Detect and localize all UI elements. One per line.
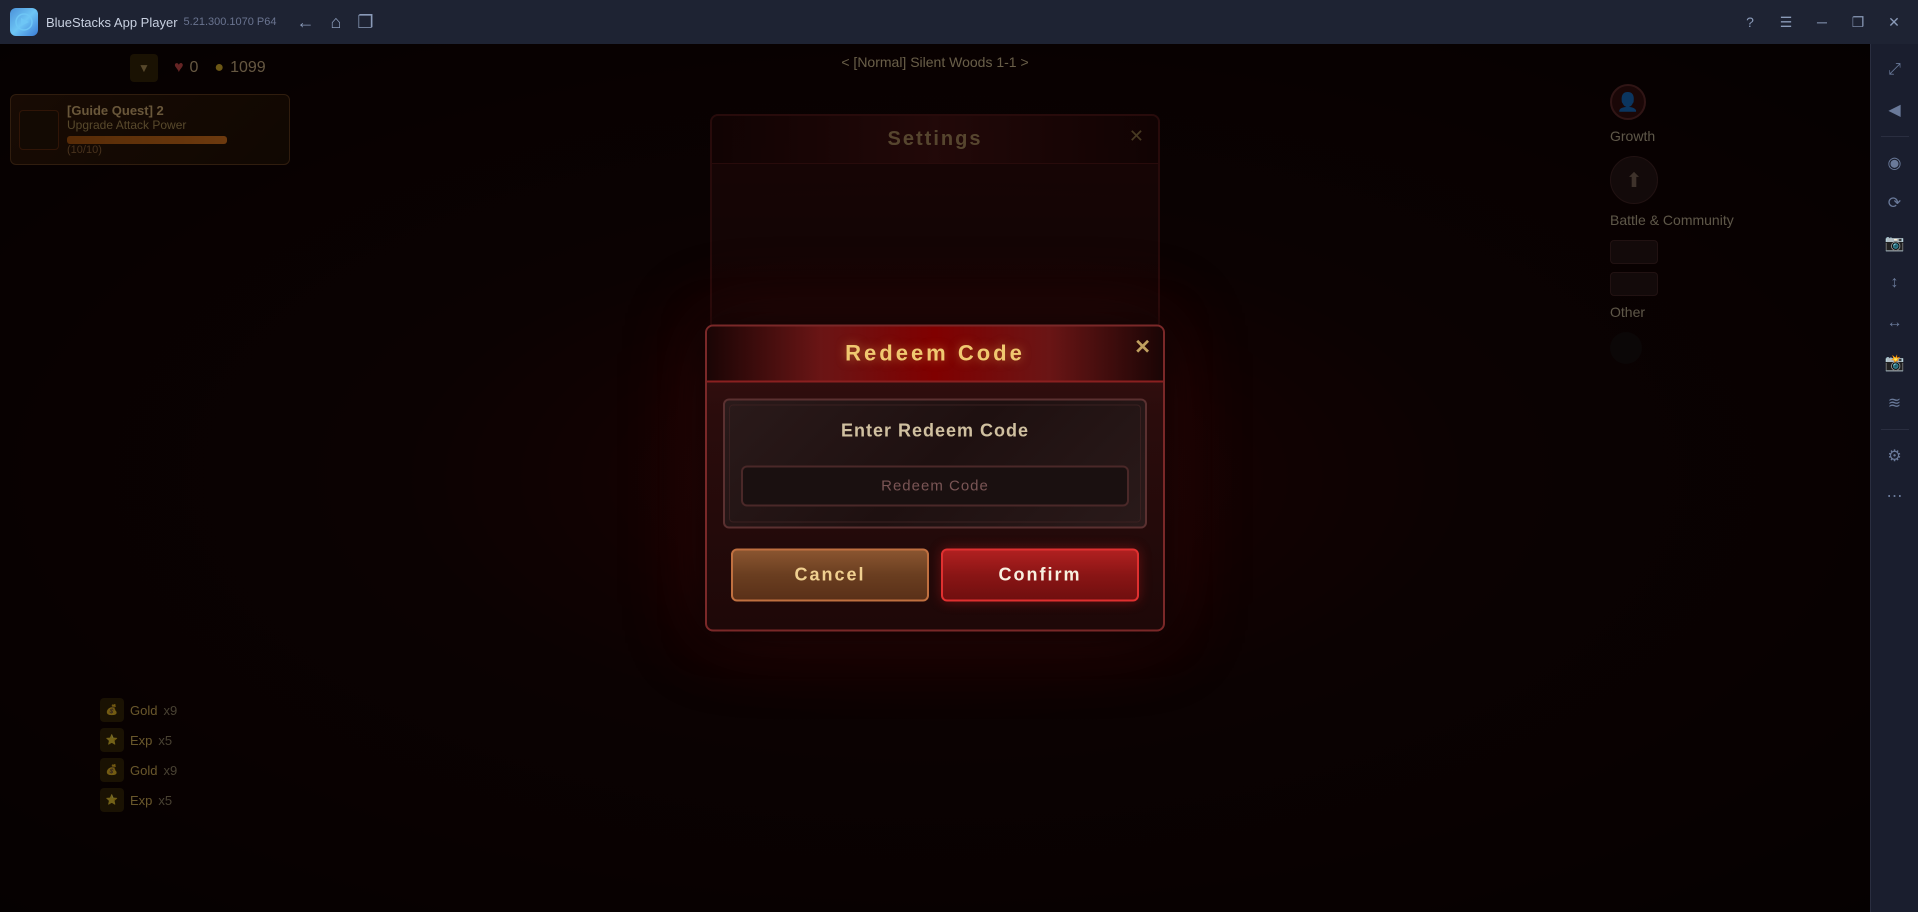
redeem-code-dialog: Redeem Code ✕ Enter Redeem Code Cancel C…: [705, 325, 1165, 632]
confirm-button[interactable]: Confirm: [941, 549, 1139, 602]
titlebar-nav: ← ⌂ ❐: [297, 12, 374, 33]
titlebar: BlueStacks App Player 5.21.300.1070 P64 …: [0, 0, 1918, 44]
sidebar-settings-button[interactable]: ⚙: [1877, 438, 1913, 474]
cancel-button[interactable]: Cancel: [731, 549, 929, 602]
sidebar-divider: [1881, 136, 1909, 137]
redeem-input-label: Enter Redeem Code: [741, 421, 1129, 442]
right-sidebar: ⤢ ◀ ◉ ⟳ 📷 ↕ ↔ 📸 ≋ ⚙ ⋯: [1870, 44, 1918, 912]
sidebar-screenshot-button[interactable]: 📷: [1877, 225, 1913, 261]
app-logo: [10, 8, 38, 36]
nav-home-button[interactable]: ⌂: [331, 12, 342, 33]
nav-copy-button[interactable]: ❐: [357, 12, 373, 33]
sidebar-rotate-button[interactable]: ⟳: [1877, 185, 1913, 221]
redeem-close-button[interactable]: ✕: [1134, 335, 1151, 360]
redeem-header: Redeem Code ✕: [707, 327, 1163, 383]
sidebar-divider-2: [1881, 429, 1909, 430]
redeem-action-buttons: Cancel Confirm: [723, 545, 1147, 614]
close-button[interactable]: ✕: [1880, 8, 1908, 36]
help-button[interactable]: ?: [1736, 8, 1764, 36]
minimize-button[interactable]: ─: [1808, 8, 1836, 36]
sidebar-collapse-button[interactable]: ◀: [1877, 92, 1913, 128]
window-controls: ? ☰ ─ ❐ ✕: [1736, 8, 1908, 36]
redeem-input-area: Enter Redeem Code: [723, 399, 1147, 529]
app-name: BlueStacks App Player: [46, 15, 178, 30]
redeem-body: Enter Redeem Code Cancel Confirm: [707, 383, 1163, 630]
sidebar-record-button[interactable]: 📸: [1877, 345, 1913, 381]
app-version: 5.21.300.1070 P64: [184, 16, 277, 28]
redeem-title: Redeem Code: [845, 341, 1025, 366]
sidebar-more-button[interactable]: ⋯: [1877, 478, 1913, 514]
game-area: ▼ ♥ 0 ● 1099 < [Normal] Silent Woods 1-1…: [0, 44, 1870, 912]
menu-button[interactable]: ☰: [1772, 8, 1800, 36]
nav-back-button[interactable]: ←: [297, 12, 315, 33]
sidebar-scale-button[interactable]: ↕: [1877, 265, 1913, 301]
sidebar-mirror-button[interactable]: ↔: [1877, 305, 1913, 341]
restore-button[interactable]: ❐: [1844, 8, 1872, 36]
sidebar-shake-button[interactable]: ≋: [1877, 385, 1913, 421]
redeem-code-input[interactable]: [741, 466, 1129, 507]
sidebar-resize-button[interactable]: ⤢: [1877, 52, 1913, 88]
sidebar-camera-button[interactable]: ◉: [1877, 145, 1913, 181]
